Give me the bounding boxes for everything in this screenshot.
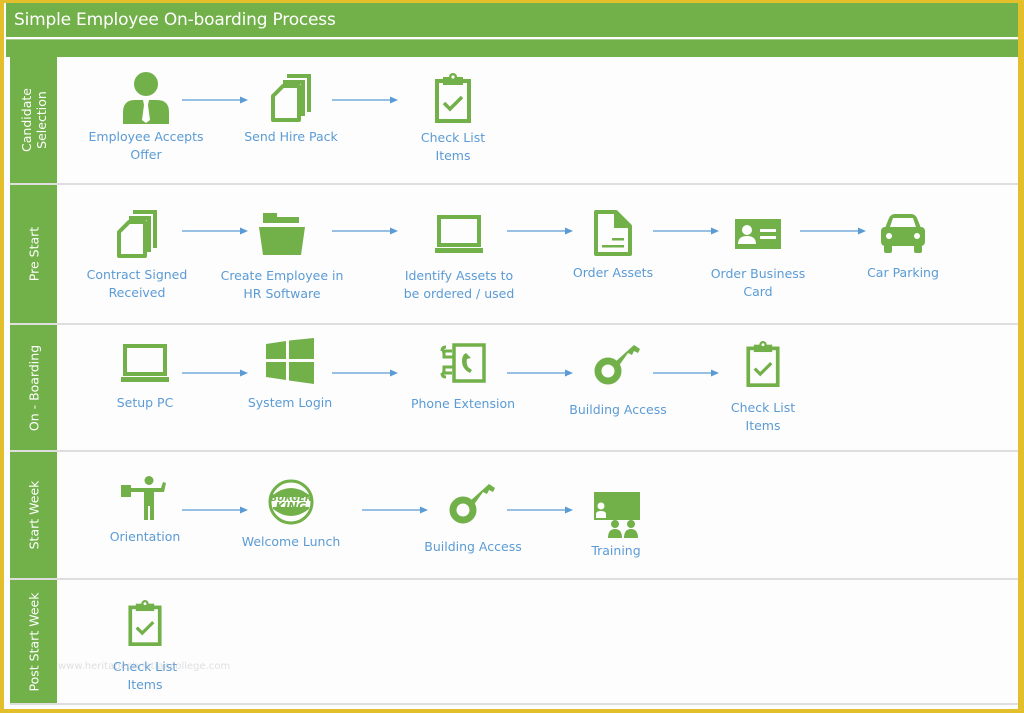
- step-label: Order Assets: [572, 265, 654, 280]
- step-label: Building Access: [569, 402, 667, 417]
- step-label: Employee Accepts Offer: [88, 129, 204, 162]
- monitor-icon: [121, 344, 169, 382]
- header-subbar: [6, 39, 1018, 57]
- lane-label-text: Post Start Week: [26, 592, 41, 691]
- checklist-icon: [746, 341, 780, 387]
- training-icon: [594, 492, 640, 538]
- step-label: Training: [591, 543, 641, 558]
- step-label: Check List Items: [420, 130, 486, 163]
- lane-pre-start: Pre Start Contract Signed Received Creat…: [10, 185, 1018, 325]
- lane-label-text: Pre Start: [26, 226, 41, 282]
- page-title: Simple Employee On-boarding Process: [6, 3, 1018, 37]
- burger-king-logo-icon: BURGER KING: [268, 479, 314, 525]
- key-icon: [449, 484, 495, 524]
- document-icon: [594, 210, 632, 256]
- step-label: Contract Signed Received: [86, 267, 188, 300]
- lane-label: On - Boarding: [10, 325, 57, 450]
- step-label: Phone Extension: [410, 396, 516, 411]
- id-card-icon: [735, 219, 781, 249]
- lane-candidate-selection: Candidate Selection Employee Accepts Off…: [10, 57, 1018, 185]
- step-order-assets[interactable]: Order Assets: [538, 210, 688, 282]
- step-car-parking[interactable]: Car Parking: [828, 214, 978, 282]
- step-setup-pc[interactable]: Setup PC: [70, 344, 220, 412]
- windows-icon: [266, 338, 314, 384]
- step-check-list-items[interactable]: Check List Items: [688, 341, 838, 435]
- checklist-icon: [128, 600, 162, 646]
- step-label: Check List Items: [730, 400, 796, 433]
- folder-icon: [259, 213, 305, 255]
- step-training[interactable]: Training: [541, 492, 691, 560]
- key-icon: [594, 345, 640, 385]
- lane-label-text: Candidate Selection: [18, 88, 49, 152]
- step-label: Identify Assets to be ordered / used: [403, 268, 515, 301]
- employee-icon: [123, 72, 169, 124]
- step-employee-accepts-offer[interactable]: Employee Accepts Offer: [71, 72, 221, 164]
- guide-icon: [121, 476, 166, 520]
- lane-label-text: Start Week: [26, 480, 41, 550]
- lane-label-text: On - Boarding: [26, 344, 41, 431]
- step-label: Orientation: [109, 529, 181, 544]
- lane-label: Post Start Week: [10, 580, 57, 703]
- step-label: Check List Items: [112, 659, 178, 692]
- step-building-access[interactable]: Building Access: [398, 482, 548, 556]
- step-check-list-items[interactable]: Check List Items: [378, 73, 528, 165]
- checklist-icon: [435, 73, 471, 123]
- step-building-access[interactable]: Building Access: [543, 343, 693, 419]
- step-welcome-lunch[interactable]: BURGER KING Welcome Lunch: [216, 479, 366, 551]
- step-label: Setup PC: [116, 395, 174, 410]
- step-label: Welcome Lunch: [241, 534, 341, 549]
- car-icon: [881, 214, 925, 253]
- step-label: Order Business Card: [710, 266, 806, 299]
- documents-icon: [271, 74, 311, 122]
- lane-label: Candidate Selection: [10, 57, 57, 183]
- step-send-hire-pack[interactable]: Send Hire Pack: [216, 74, 366, 146]
- step-label: Create Employee in HR Software: [220, 268, 344, 301]
- phonebook-icon: [440, 343, 486, 383]
- lane-post-start-week: Post Start Week Check List Items: [10, 580, 1018, 705]
- step-check-list-items[interactable]: Check List Items: [70, 600, 220, 694]
- step-label: Car Parking: [867, 265, 939, 280]
- lane-on-boarding: On - Boarding Setup PC System Login Phon…: [10, 325, 1018, 452]
- step-phone-extension[interactable]: Phone Extension: [388, 343, 538, 413]
- monitor-icon: [435, 215, 483, 253]
- step-label: System Login: [247, 395, 333, 410]
- svg-text:KING: KING: [276, 500, 307, 513]
- lane-start-week: Start Week Orientation BURGER KING Welco…: [10, 452, 1018, 580]
- lane-label: Pre Start: [10, 185, 57, 323]
- step-label: Building Access: [424, 539, 522, 554]
- documents-icon: [117, 210, 157, 258]
- lane-label: Start Week: [10, 452, 57, 578]
- step-contract-signed-received[interactable]: Contract Signed Received: [62, 210, 212, 302]
- step-label: Send Hire Pack: [244, 129, 338, 144]
